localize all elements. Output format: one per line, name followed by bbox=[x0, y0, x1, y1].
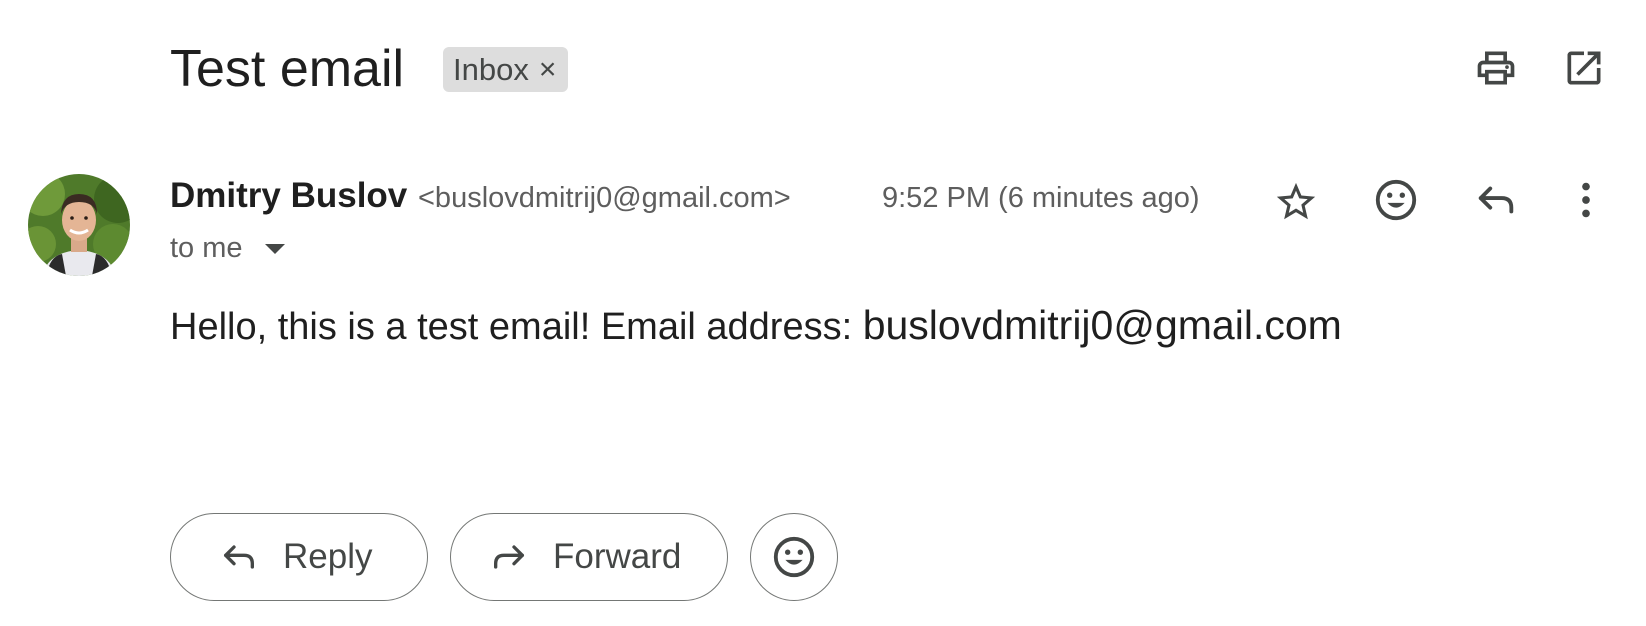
body-text: Hello, this is a test email! Email addre… bbox=[170, 306, 863, 348]
email-subject: Test email bbox=[170, 40, 405, 98]
message-body: Hello, this is a test email! Email addre… bbox=[170, 302, 1342, 349]
sender-name[interactable]: Dmitry Buslov bbox=[170, 176, 407, 216]
print-icon bbox=[1477, 51, 1515, 85]
emoji-reaction-button[interactable] bbox=[750, 513, 838, 601]
recipient-label: to me bbox=[170, 232, 243, 264]
forward-button[interactable]: Forward bbox=[450, 513, 728, 601]
reply-button[interactable]: Reply bbox=[170, 513, 428, 601]
recipient-line: to me bbox=[170, 232, 285, 265]
reply-icon-button[interactable] bbox=[1470, 174, 1522, 226]
sender-email: <buslovdmitrij0@gmail.com> bbox=[418, 182, 791, 214]
print-button[interactable] bbox=[1470, 42, 1522, 94]
inbox-label-chip[interactable]: Inbox × bbox=[443, 47, 569, 92]
body-email-link[interactable]: buslovdmitrij0@gmail.com bbox=[863, 302, 1342, 348]
message-timestamp: 9:52 PM (6 minutes ago) bbox=[882, 182, 1200, 214]
star-icon bbox=[1276, 182, 1316, 220]
reply-icon bbox=[224, 545, 254, 569]
emoji-reaction-icon bbox=[773, 536, 815, 578]
sender-avatar[interactable] bbox=[28, 174, 130, 276]
star-button[interactable] bbox=[1270, 176, 1322, 228]
forward-icon bbox=[494, 545, 524, 569]
remove-label-icon[interactable]: × bbox=[539, 53, 557, 87]
open-in-new-window-icon bbox=[1567, 51, 1601, 85]
emoji-reaction-icon bbox=[1375, 179, 1417, 221]
show-details-chevron-down-icon[interactable] bbox=[264, 243, 285, 254]
more-options-button[interactable] bbox=[1560, 174, 1612, 226]
label-name: Inbox bbox=[453, 51, 529, 87]
forward-button-label: Forward bbox=[553, 537, 682, 576]
open-in-new-window-button[interactable] bbox=[1558, 42, 1610, 94]
reply-icon bbox=[1478, 186, 1514, 214]
reply-button-label: Reply bbox=[283, 537, 373, 576]
more-options-icon bbox=[1582, 182, 1590, 218]
add-reaction-button[interactable] bbox=[1370, 174, 1422, 226]
